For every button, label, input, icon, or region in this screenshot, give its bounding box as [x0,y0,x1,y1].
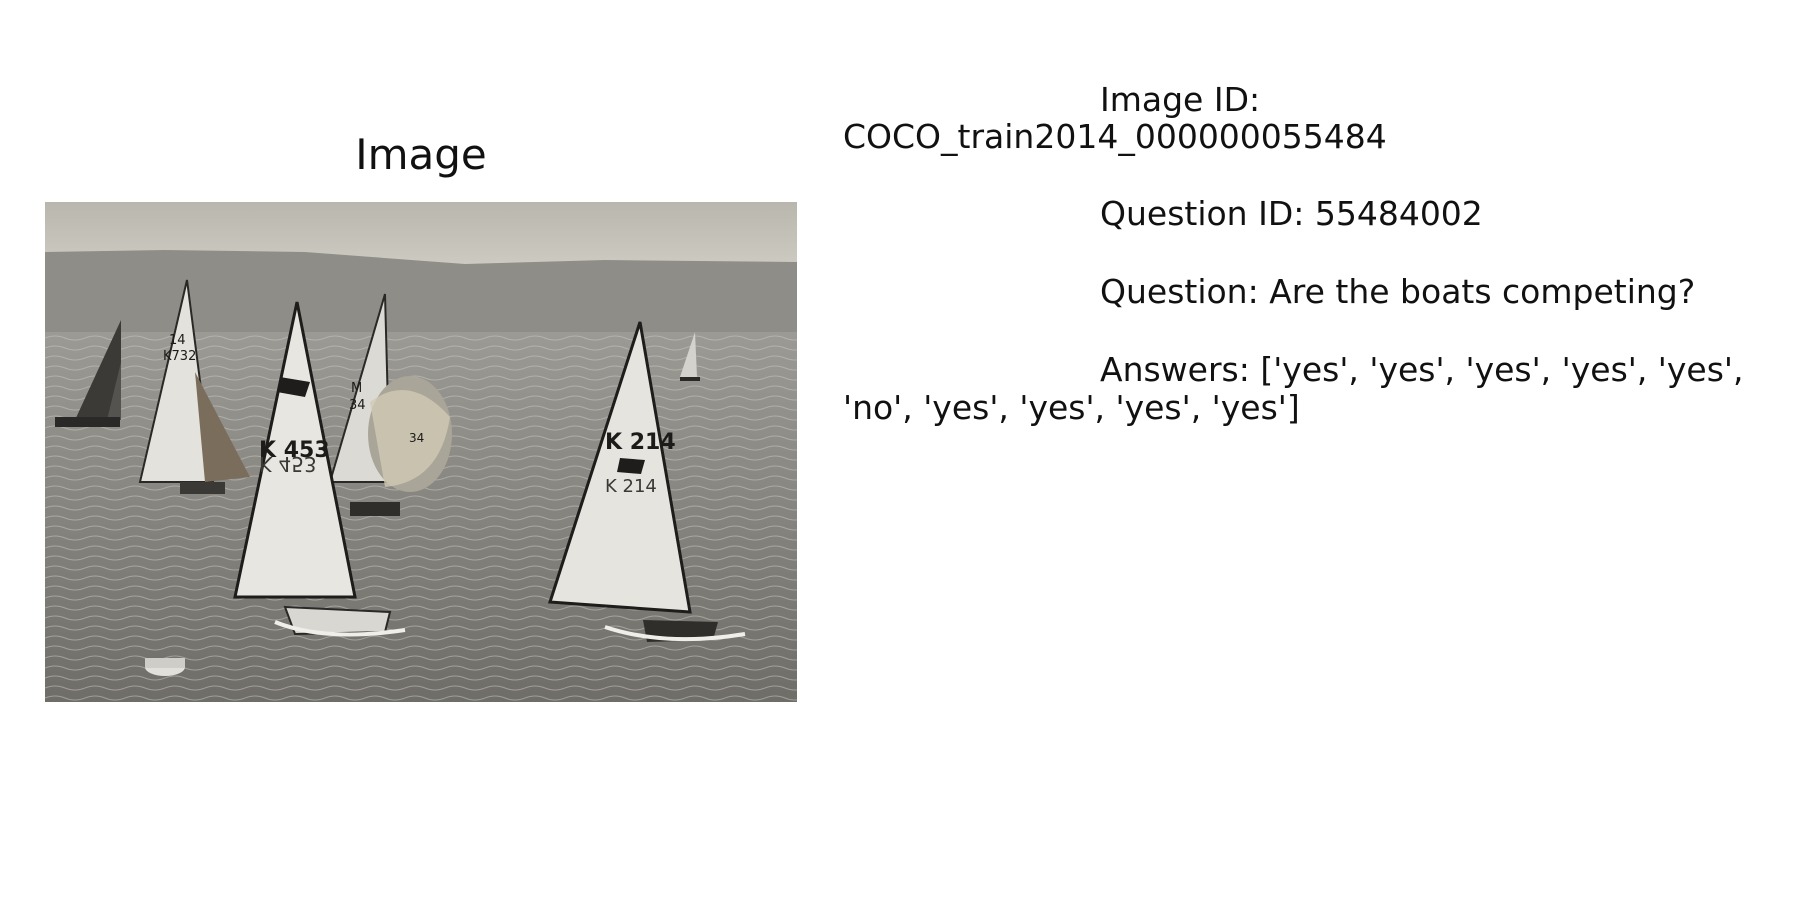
image-id-value: COCO_train2014_000000055484 [843,117,1387,156]
distant-hills [45,250,797,342]
answers-line-2: 'no', 'yes', 'yes', 'yes', 'yes'] [843,388,1300,427]
buoy [145,658,185,676]
svg-text:34: 34 [349,398,366,413]
answers-line-1: Answers: ['yes', 'yes', 'yes', 'yes', 'y… [1100,350,1744,389]
svg-text:K732: K732 [163,349,196,364]
image-panel-title: Image [355,130,487,179]
svg-text:34: 34 [409,431,424,445]
question-line: Question: Are the boats competing? [1100,272,1696,311]
svg-text:K 453: K 453 [259,452,317,476]
svg-text:K 214: K 214 [605,430,676,455]
svg-text:M: M [351,381,362,396]
sailboat-photo: K732 14 M 34 34 K 453 K 453 K 214 K 214 [45,202,797,702]
question-id-line: Question ID: 55484002 [1100,194,1483,233]
image-id-label: Image ID: [1100,80,1261,119]
svg-text:K 214: K 214 [605,476,657,497]
svg-text:14: 14 [169,333,186,348]
sailboat-photo-illustration: K732 14 M 34 34 K 453 K 453 K 214 K 214 [45,202,797,702]
